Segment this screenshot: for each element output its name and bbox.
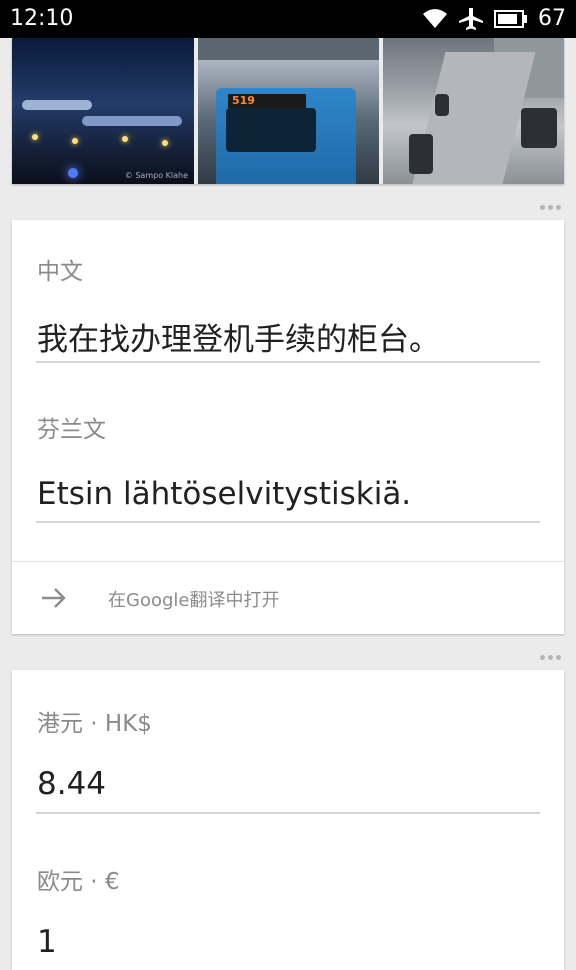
bus-window <box>226 108 316 152</box>
to-amount-field[interactable]: 1 <box>37 924 57 960</box>
from-currency-label: 港元 · HK$ <box>37 711 152 737</box>
arrow-right-icon <box>40 586 68 614</box>
runway-light <box>68 168 78 178</box>
runway-light <box>162 140 168 146</box>
from-amount-field[interactable]: 8.44 <box>37 766 106 802</box>
open-in-translate-button[interactable]: 在Google翻译中打开 <box>12 562 564 634</box>
airport-night-photo[interactable]: © Sampo Klahe <box>12 38 194 184</box>
from-underline <box>36 812 540 814</box>
source-language-label: 中文 <box>37 259 83 285</box>
source-text-field[interactable]: 我在找办理登机手续的柜台。 <box>37 314 440 359</box>
target-language-label: 芬兰文 <box>37 417 106 443</box>
overflow-menu-icon[interactable] <box>540 655 561 660</box>
status-icons: 67 <box>422 6 566 31</box>
source-underline <box>36 361 540 363</box>
status-time: 12:10 <box>10 6 74 31</box>
to-currency-label: 欧元 · € <box>37 869 120 895</box>
car-shape <box>521 108 557 148</box>
photo-credit: © Sampo Klahe <box>124 171 188 180</box>
overflow-menu-icon[interactable] <box>540 205 561 210</box>
battery-icon <box>494 9 528 29</box>
wifi-icon <box>422 8 448 30</box>
airplane-shape <box>82 116 182 126</box>
translation-card: 中文 我在找办理登机手续的柜台。 芬兰文 Etsin lähtöselvitys… <box>12 220 564 634</box>
airport-road-photo[interactable] <box>383 38 564 184</box>
battery-level: 67 <box>538 6 566 31</box>
airplane-icon <box>458 7 484 31</box>
currency-card: 港元 · HK$ 8.44 欧元 · € 1 <box>12 670 564 970</box>
car-shape <box>435 94 449 116</box>
airplane-shape <box>22 100 92 110</box>
terminal-canopy <box>198 38 379 60</box>
car-shape <box>409 134 433 174</box>
open-in-translate-label: 在Google翻译中打开 <box>108 590 280 611</box>
image-strip[interactable]: © Sampo Klahe 519 <box>12 38 564 184</box>
runway-light <box>72 138 78 144</box>
status-bar: 12:10 67 <box>0 0 576 38</box>
runway-light <box>32 134 38 140</box>
runway-light <box>122 136 128 142</box>
bus-display: 519 <box>228 94 306 108</box>
airport-bus-photo[interactable]: 519 <box>198 38 379 184</box>
target-underline <box>36 521 540 523</box>
target-text-field[interactable]: Etsin lähtöselvitystiskiä. <box>37 476 411 512</box>
